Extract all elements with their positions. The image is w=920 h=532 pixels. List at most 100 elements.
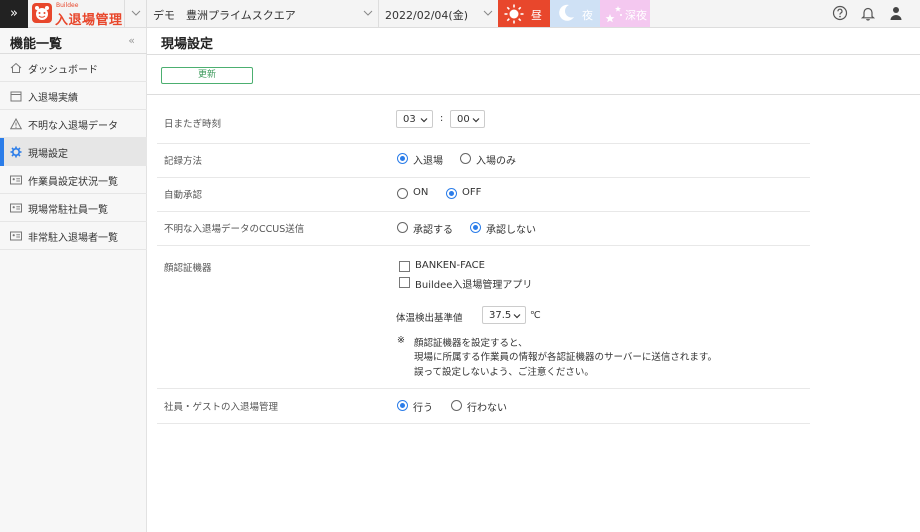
sidebar-item-label: 現場設定: [28, 149, 68, 160]
id-card-icon: [10, 203, 22, 213]
sidebar-title: 機能一覧: [10, 37, 63, 52]
site-name: デモ 豊洲プライムスクエア: [153, 9, 296, 22]
temp-threshold-select[interactable]: 37.5: [482, 306, 526, 324]
chevron-down-icon: [472, 118, 480, 123]
chevron-down-icon: [363, 10, 373, 16]
id-card-icon: [10, 231, 22, 241]
row-divider: [157, 211, 810, 212]
sidebar-item-attendance[interactable]: 入退場実績: [0, 82, 147, 110]
radio-label: 行わない: [467, 403, 507, 414]
chevron-down-icon: [131, 10, 141, 16]
cutoff-time-label: 日またぎ時刻: [164, 119, 222, 130]
radio-circle: [397, 153, 408, 164]
sidebar-item-label: ダッシュボード: [28, 65, 98, 76]
sidebar-item-worker-status[interactable]: 作業員設定状況一覧: [0, 166, 147, 194]
radio-circle: [470, 222, 481, 233]
site-select[interactable]: デモ 豊洲プライムスクエア: [146, 0, 378, 28]
cutoff-hour-value: 03: [403, 114, 416, 125]
time-night-label: 夜: [582, 9, 593, 22]
note-line: 顔認証機器を設定すると、: [414, 338, 528, 349]
radio-label: 承認しない: [486, 225, 536, 236]
radio-label: 入場のみ: [476, 156, 516, 167]
mascot-icon: [32, 3, 52, 23]
guest-management-label: 社員・ゲストの入退場管理: [164, 402, 279, 413]
cutoff-hour-select[interactable]: 03: [396, 110, 433, 128]
cutoff-minute-value: 00: [457, 114, 470, 125]
help-icon[interactable]: [832, 5, 848, 21]
temp-threshold-value: 37.5: [489, 310, 512, 321]
radio-label: 承認する: [413, 225, 453, 236]
sidebar-item-site-settings[interactable]: 現場設定: [0, 138, 147, 166]
radio-circle: [446, 188, 457, 199]
checkbox-box: [399, 261, 410, 272]
cutoff-minute-select[interactable]: 00: [450, 110, 485, 128]
main-content: 現場設定 更新 日またぎ時刻 03 : 00 記録方法 入退場 入場のみ 自動承…: [147, 28, 920, 532]
home-icon: [10, 62, 22, 73]
temp-threshold-label: 体温検出基準値: [396, 313, 463, 324]
sidebar-item-label: 現場常駐社員一覧: [28, 205, 108, 216]
logo-brand-text: Buildee: [56, 2, 79, 9]
sidebar-header: 機能一覧 «: [0, 28, 147, 54]
collapse-sidebar-icon[interactable]: «: [128, 34, 135, 47]
face-auth-label: 顔認証機器: [164, 263, 212, 274]
gear-icon: [10, 146, 22, 158]
top-bar: » Buildee 入退場管理 デモ 豊洲プライムスクエア 2022/02/04…: [0, 0, 920, 28]
radio-circle: [397, 222, 408, 233]
radio-label: 行う: [413, 403, 433, 414]
time-late-label: 深夜: [625, 9, 647, 22]
bell-icon[interactable]: [860, 5, 876, 21]
row-divider: [157, 423, 810, 424]
sidebar-item-resident-staff[interactable]: 現場常駐社員一覧: [0, 194, 147, 222]
logo-product-text: 入退場管理: [55, 13, 123, 28]
stars-icon: [605, 6, 622, 23]
ccus-label: 不明な入退場データのCCUS送信: [164, 224, 305, 235]
sidebar-item-label: 非常駐入退場者一覧: [28, 233, 118, 244]
time-separator: :: [440, 113, 444, 124]
checkbox-label: BANKEN-FACE: [415, 260, 485, 271]
sidebar-item-unknown-data[interactable]: 不明な入退場データ: [0, 110, 147, 138]
date-select[interactable]: 2022/02/04(金): [378, 0, 498, 28]
note-line: 現場に所属する作業員の情報が各認証機器のサーバーに送信されます。: [414, 352, 717, 363]
chevron-down-icon: [420, 118, 428, 123]
temp-unit: ℃: [530, 310, 541, 321]
sidebar-item-label: 入退場実績: [28, 93, 78, 104]
divider: [147, 94, 920, 95]
radio-label: ON: [413, 187, 429, 198]
chevron-down-icon: [483, 10, 493, 16]
checkbox-box: [399, 277, 410, 288]
page-title: 現場設定: [161, 37, 214, 52]
calendar-icon: [10, 91, 22, 102]
sidebar-item-nonresident[interactable]: 非常駐入退場者一覧: [0, 222, 147, 250]
time-late-button[interactable]: 深夜: [600, 0, 650, 27]
record-method-label: 記録方法: [164, 156, 203, 167]
update-button[interactable]: 更新: [161, 67, 253, 84]
sidebar: 機能一覧 « ダッシュボード 入退場実績 不明な入退場データ 現場設定 作業員設…: [0, 28, 147, 532]
id-card-icon: [10, 175, 22, 185]
row-divider: [157, 177, 810, 178]
checkbox-label: Buildee入退場管理アプリ: [415, 280, 533, 291]
time-day-label: 昼: [531, 9, 542, 22]
moon-icon: [559, 4, 574, 21]
divider: [147, 54, 920, 55]
expand-menu-button[interactable]: »: [0, 0, 28, 28]
chevron-down-icon: [513, 314, 521, 319]
note-mark: ※: [397, 335, 405, 346]
warning-icon: [10, 118, 22, 130]
radio-circle: [451, 400, 462, 411]
radio-circle: [460, 153, 471, 164]
sidebar-item-dashboard[interactable]: ダッシュボード: [0, 54, 147, 82]
sun-icon: [504, 4, 524, 24]
time-night-button[interactable]: 夜: [550, 0, 600, 27]
radio-circle: [397, 400, 408, 411]
note-line: 誤って設定しないよう、ご注意ください。: [414, 367, 594, 378]
auto-approve-label: 自動承認: [164, 190, 203, 201]
sidebar-item-label: 作業員設定状況一覧: [28, 177, 118, 188]
sidebar-item-label: 不明な入退場データ: [28, 121, 118, 132]
row-divider: [157, 388, 810, 389]
radio-label: OFF: [462, 187, 482, 198]
radio-label: 入退場: [413, 156, 443, 167]
org-select[interactable]: [124, 0, 146, 28]
user-icon[interactable]: [888, 5, 904, 21]
time-day-button[interactable]: 昼: [498, 0, 550, 27]
row-divider: [157, 143, 810, 144]
